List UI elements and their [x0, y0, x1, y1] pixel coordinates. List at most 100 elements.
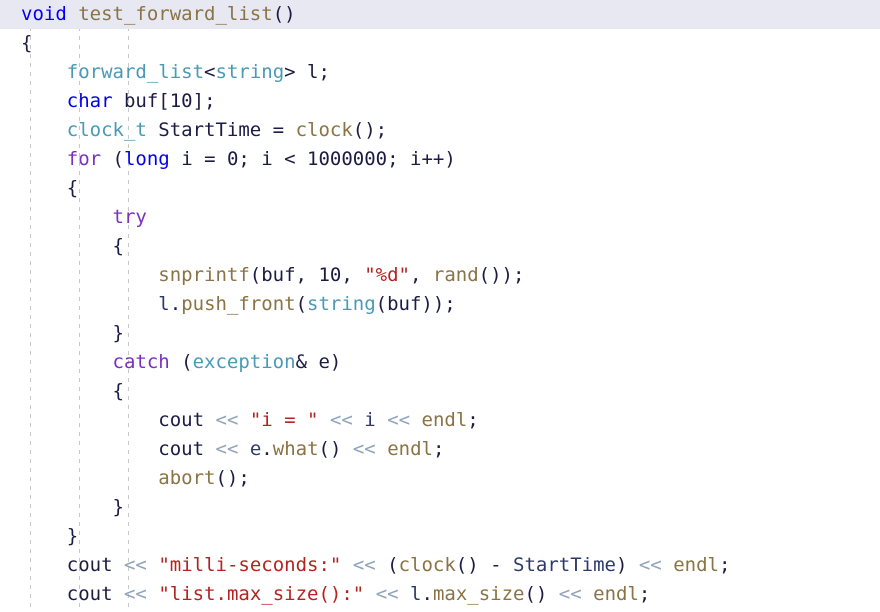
code-line[interactable]: cout << "i = " << i << endl; [0, 406, 880, 435]
token-plain: ; [432, 438, 445, 460]
token-num: 10 [169, 90, 193, 112]
token-func: what [272, 438, 319, 460]
code-line[interactable]: l.push_front(string(buf)); [0, 290, 880, 319]
code-line[interactable]: { [0, 377, 880, 406]
token-op: << [558, 583, 582, 605]
token-ident: e [249, 438, 262, 460]
token-keyword: char [66, 90, 113, 112]
code-line[interactable]: { [0, 232, 880, 261]
token-func: endl [421, 409, 468, 431]
token-brace: { [66, 177, 79, 199]
token-plain: cout [158, 438, 205, 460]
code-surface[interactable]: void test_forward_list() { forward_list<s… [0, 0, 880, 612]
token-ident: i [364, 409, 376, 431]
token-func: endl [593, 583, 639, 605]
token-plain: StartTime = [146, 119, 296, 141]
code-line[interactable]: { [0, 174, 880, 203]
code-line[interactable]: catch (exception& e) [0, 348, 880, 377]
token-op: << [352, 554, 376, 576]
token-op: << [215, 438, 239, 460]
code-line[interactable]: cout << "list.max_size():" << l.max_size… [0, 580, 880, 609]
token-keyword: void [21, 3, 67, 25]
token-plain: < [204, 61, 216, 83]
token-type: clock_t [66, 119, 147, 141]
code-line[interactable]: forward_list<string> l; [0, 58, 880, 87]
code-line[interactable]: cout << e.what() << endl; [0, 435, 880, 464]
token-plain: > l; [284, 61, 330, 83]
token-plain: ( [295, 293, 308, 315]
code-line[interactable]: for (long i = 0; i < 1000000; i++) [0, 145, 880, 174]
code-line[interactable]: } [0, 522, 880, 551]
code-line[interactable]: void test_forward_list() [0, 0, 880, 29]
token-plain: (buf)); [375, 293, 456, 315]
code-line[interactable]: try [0, 203, 880, 232]
token-func: clock [398, 554, 456, 576]
code-line[interactable]: } [0, 319, 880, 348]
token-func: push_front [181, 293, 296, 315]
token-func: clock [295, 119, 353, 141]
token-control: catch [112, 351, 170, 373]
code-line[interactable]: snprintf(buf, 10, "%d", rand()); [0, 261, 880, 290]
code-line[interactable]: char buf[10]; [0, 87, 880, 116]
token-brace: } [112, 322, 124, 344]
token-control: try [112, 206, 147, 228]
code-editor[interactable]: void test_forward_list() { forward_list<s… [0, 0, 880, 612]
token-op: << [329, 409, 353, 431]
code-line[interactable]: { [0, 29, 880, 58]
token-plain: . [261, 438, 273, 460]
token-plain: ()); [478, 264, 525, 286]
code-line[interactable]: abort(); [0, 464, 880, 493]
token-func: max_size [432, 583, 525, 605]
token-brace: { [112, 380, 124, 402]
token-plain: i = [169, 148, 227, 170]
token-brace: { [21, 32, 33, 54]
code-line[interactable]: } [0, 493, 880, 522]
token-op: << [387, 409, 411, 431]
token-string: "list.max_size():" [158, 583, 365, 605]
token-op: << [215, 409, 239, 431]
token-type: string [215, 61, 285, 83]
token-func: endl [387, 438, 433, 460]
code-line[interactable]: clock_t StartTime = clock(); [0, 116, 880, 145]
token-num: 1000000 [307, 148, 388, 170]
token-plain: , [409, 264, 433, 286]
token-plain: cout [158, 409, 205, 431]
token-string: "%d" [364, 264, 410, 286]
token-plain: ) [615, 554, 639, 576]
code-line[interactable]: cout << "milli-seconds:" << (clock() - S… [0, 551, 880, 580]
token-plain: () [524, 583, 548, 605]
token-plain: (); [352, 119, 388, 141]
token-plain: ; i < [238, 148, 308, 170]
token-brace: { [112, 235, 124, 257]
token-func: endl [673, 554, 719, 576]
token-op: << [352, 438, 376, 460]
token-num: 0 [226, 148, 239, 170]
token-plain: () [272, 3, 296, 25]
token-func: abort [158, 467, 216, 489]
token-type: exception [192, 351, 296, 373]
